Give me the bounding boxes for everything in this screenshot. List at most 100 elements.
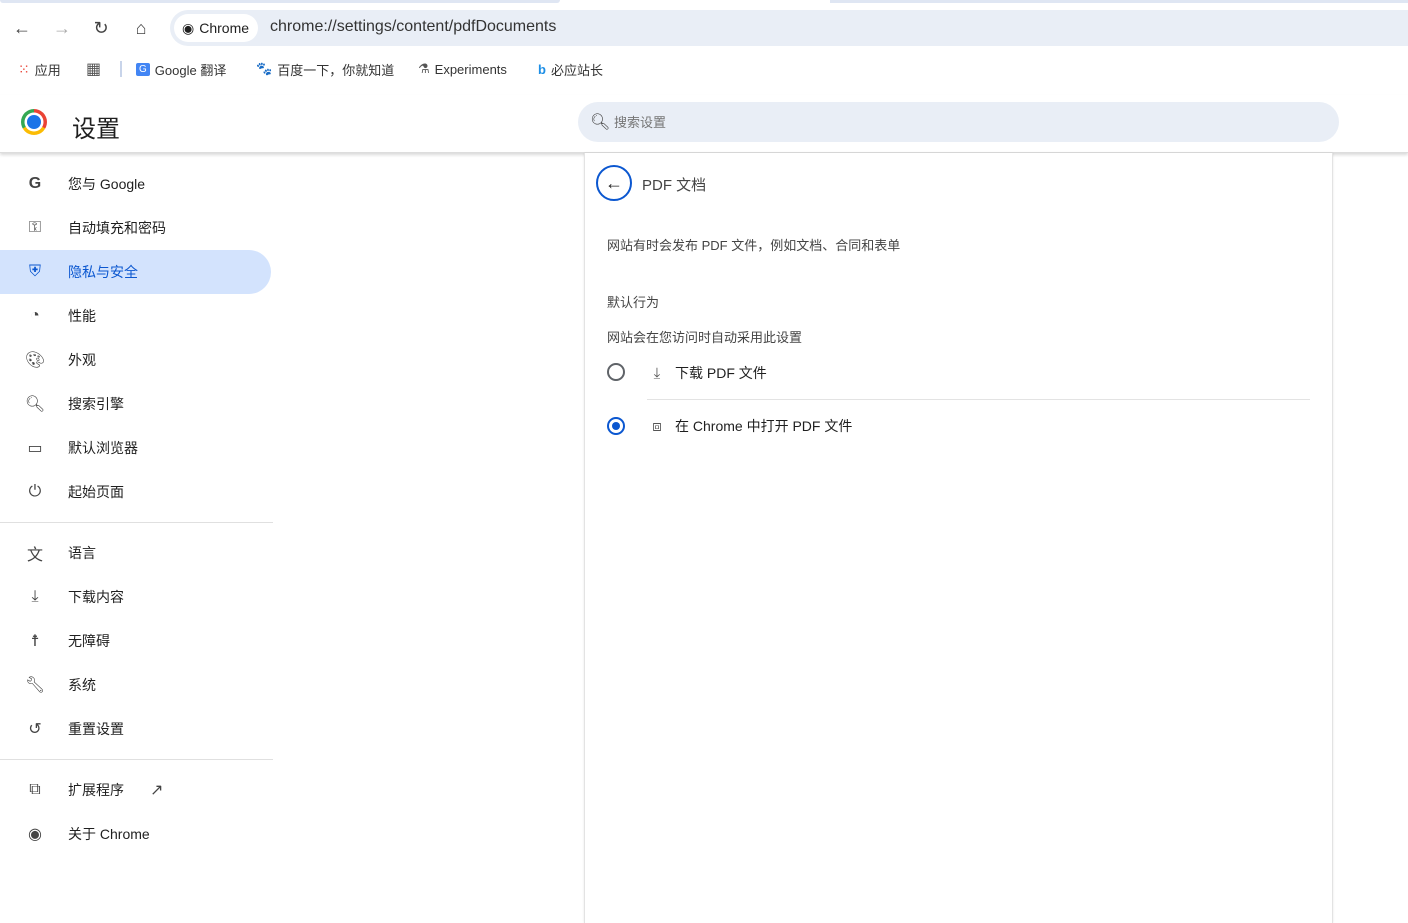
sidebar-item-about-chrome[interactable]: ◉ 关于 Chrome xyxy=(0,812,273,856)
radio-download-pdf[interactable] xyxy=(607,363,625,381)
url-text[interactable]: chrome://settings/content/pdfDocuments xyxy=(270,18,556,36)
sidebar-item-label: 语言 xyxy=(68,545,96,561)
sidebar-item-label: 扩展程序 xyxy=(68,782,124,798)
settings-header: 设置 🔍︎ xyxy=(0,95,1408,153)
sidebar-divider xyxy=(0,522,273,523)
sidebar-item-label: 重置设置 xyxy=(68,721,124,737)
default-behavior-heading: 默认行为 xyxy=(607,295,660,310)
search-input[interactable] xyxy=(614,102,1214,142)
option-label: 在 Chrome 中打开 PDF 文件 xyxy=(675,418,853,434)
puzzle-icon: ⧉ xyxy=(29,781,41,798)
sidebar-item-label: 无障碍 xyxy=(68,633,110,649)
back-arrow-button[interactable]: ← xyxy=(596,165,632,201)
speedometer-icon: ◔ xyxy=(30,307,40,324)
translate-icon: 文 xyxy=(26,547,43,564)
sidebar-item-label: 自动填充和密码 xyxy=(68,220,166,236)
external-link-icon: ↗ xyxy=(150,782,164,799)
open-in-browser-icon: ⧈ xyxy=(652,417,662,435)
forward-button[interactable]: → xyxy=(48,14,76,42)
reload-button[interactable]: ↻ xyxy=(87,14,115,42)
accessibility-icon: ☨ xyxy=(30,633,40,650)
radio-open-in-chrome[interactable] xyxy=(607,417,625,435)
sidebar-item-performance[interactable]: ◔ 性能 xyxy=(0,294,273,338)
pdf-settings-card: ← PDF 文档 网站有时会发布 PDF 文件，例如文档、合同和表单 默认行为 … xyxy=(584,153,1333,923)
back-button[interactable]: ← xyxy=(8,14,36,42)
sidebar-item-on-startup[interactable]: ⏻ 起始页面 xyxy=(0,470,273,514)
flask-icon: ⚗ xyxy=(418,61,430,76)
site-chip[interactable]: ◉ Chrome xyxy=(174,14,259,42)
settings-search[interactable]: 🔍︎ xyxy=(578,102,1339,142)
chrome-icon: ◉ xyxy=(28,826,42,843)
bookmark-label: 必应站长 xyxy=(550,62,603,78)
google-icon: G xyxy=(28,175,42,192)
sidebar-item-label: 搜索引擎 xyxy=(68,396,124,412)
search-icon: 🔍︎ xyxy=(24,396,46,413)
sidebar-divider xyxy=(0,759,273,760)
sidebar-item-default-browser[interactable]: ▭ 默认浏览器 xyxy=(0,426,273,470)
sidebar-item-reset[interactable]: ↺ 重置设置 xyxy=(0,707,273,751)
default-behavior-hint: 网站会在您访问时自动采用此设置 xyxy=(607,330,803,345)
bookmark-bing[interactable]: b 必应站长 xyxy=(538,58,603,80)
sidebar: G 您与 Google ⚿ 自动填充和密码 ⛨ 隐私与安全 ◔ 性能 🎨︎ 外观 🔍︎ 搜索… xyxy=(0,162,273,856)
tab-groups-icon: ▦ xyxy=(86,61,102,78)
arrow-left-icon: ← xyxy=(605,172,623,193)
chrome-icon: ◉ xyxy=(182,19,195,36)
search-icon: 🔍︎ xyxy=(590,114,611,131)
chrome-logo xyxy=(21,109,47,135)
sidebar-item-downloads[interactable]: ⤓ 下载内容 xyxy=(0,575,273,619)
address-bar[interactable]: ◉ Chrome chrome://settings/content/pdfDoc… xyxy=(170,10,1408,46)
reset-icon: ↺ xyxy=(28,721,42,738)
download-icon: ⤓ xyxy=(31,588,39,605)
chip-label: Chrome xyxy=(199,20,250,36)
bookmark-label: Experiments xyxy=(434,61,507,77)
sidebar-item-languages[interactable]: 文 语言 xyxy=(0,531,273,575)
baidu-icon: 🐾 xyxy=(256,61,273,76)
sidebar-item-label: 起始页面 xyxy=(68,484,124,500)
power-icon: ⏻ xyxy=(28,483,42,500)
sidebar-item-label: 下载内容 xyxy=(68,589,124,605)
bookmarks-divider xyxy=(120,61,122,77)
home-button[interactable]: ⌂ xyxy=(127,14,155,42)
sidebar-item-extensions[interactable]: ⧉ 扩展程序 ↗ xyxy=(0,768,273,812)
sidebar-item-accessibility[interactable]: ☨ 无障碍 xyxy=(0,619,273,663)
sidebar-item-label: 系统 xyxy=(68,677,96,693)
page-title: 设置 xyxy=(72,116,120,143)
tab[interactable] xyxy=(0,0,560,3)
sidebar-item-system[interactable]: 🔧︎ 系统 xyxy=(0,663,273,707)
option-label: 下载 PDF 文件 xyxy=(675,365,767,381)
section-title: PDF 文档 xyxy=(642,177,707,194)
sidebar-item-privacy[interactable]: ⛨ 隐私与安全 xyxy=(0,250,271,294)
bookmark-experiments[interactable]: ⚗ Experiments xyxy=(418,58,507,80)
shield-icon: ⛨ xyxy=(28,263,41,280)
sidebar-item-label: 关于 Chrome xyxy=(68,826,150,842)
browser-window-icon: ▭ xyxy=(27,440,43,457)
bookmark-baidu[interactable]: 🐾 百度一下，你就知道 xyxy=(256,58,394,80)
bookmark-tab-groups[interactable]: ▦ xyxy=(86,58,101,80)
option-divider xyxy=(647,399,1310,400)
apps-grid-icon: ⁙ xyxy=(18,60,30,77)
sidebar-item-label: 您与 Google xyxy=(68,176,146,192)
bookmark-apps[interactable]: ⁙ 应用 xyxy=(18,58,61,80)
bookmark-label: 应用 xyxy=(34,62,61,78)
tab-strip xyxy=(0,0,1408,4)
key-icon: ⚿ xyxy=(28,219,42,236)
wrench-icon: 🔧︎ xyxy=(24,677,46,694)
bookmark-label: 百度一下，你就知道 xyxy=(277,62,395,78)
sidebar-item-label: 隐私与安全 xyxy=(68,264,138,280)
bookmark-google-translate[interactable]: G Google 翻译 xyxy=(136,58,226,80)
option-download-pdf[interactable]: ⤓ 下载 PDF 文件 xyxy=(649,363,767,383)
sidebar-item-search-engine[interactable]: 🔍︎ 搜索引擎 xyxy=(0,382,273,426)
sidebar-item-autofill[interactable]: ⚿ 自动填充和密码 xyxy=(0,206,273,250)
option-open-in-chrome[interactable]: ⧈ 在 Chrome 中打开 PDF 文件 xyxy=(649,416,852,436)
sidebar-item-you-and-google[interactable]: G 您与 Google xyxy=(0,162,273,206)
sidebar-item-label: 默认浏览器 xyxy=(68,440,138,456)
tab[interactable] xyxy=(830,0,1408,3)
bookmark-label: Google 翻译 xyxy=(154,62,227,78)
bing-icon: b xyxy=(538,61,546,77)
sidebar-item-appearance[interactable]: 🎨︎ 外观 xyxy=(0,338,273,382)
sidebar-item-label: 外观 xyxy=(68,352,96,368)
sidebar-item-label: 性能 xyxy=(68,308,96,324)
description: 网站有时会发布 PDF 文件，例如文档、合同和表单 xyxy=(607,238,901,253)
palette-icon: 🎨︎ xyxy=(24,352,46,369)
google-translate-icon: G xyxy=(136,62,150,76)
